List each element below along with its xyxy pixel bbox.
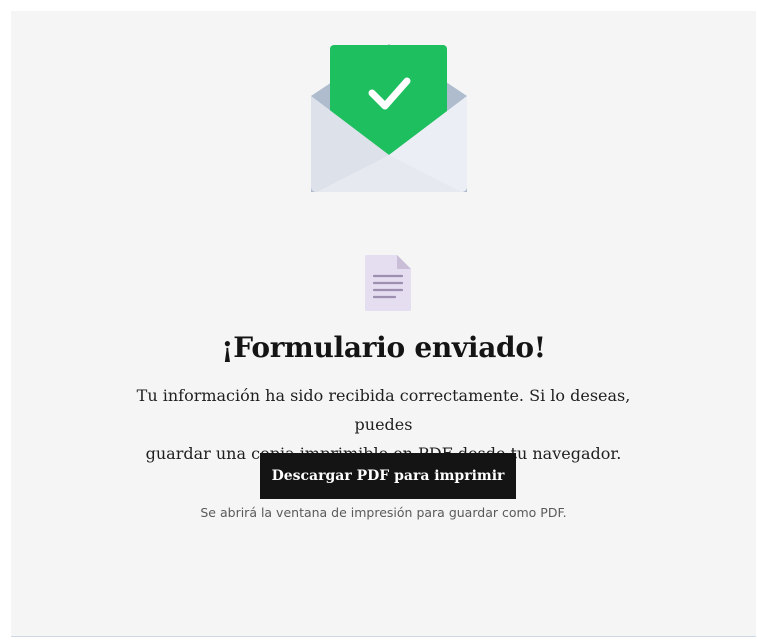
download-pdf-button[interactable]: Descargar PDF para imprimir [260, 453, 516, 499]
print-hint: Se abrirá la ventana de impresión para g… [200, 505, 567, 520]
confirmation-card: ¡Formulario enviado! Tu información ha s… [11, 11, 756, 637]
message-line-1: Tu información ha sido recibida correcta… [136, 386, 631, 434]
envelope-check-icon [311, 44, 467, 192]
page-title: ¡Formulario enviado! [221, 331, 546, 364]
document-icon [365, 255, 411, 311]
